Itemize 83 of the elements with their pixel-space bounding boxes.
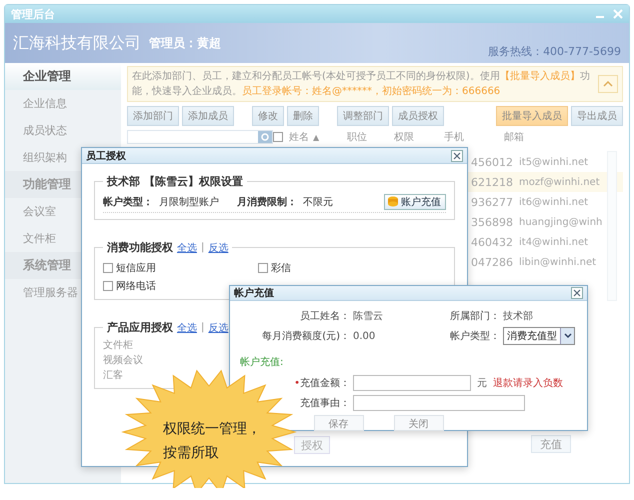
toolbar-button[interactable]: 导出成员 xyxy=(571,106,623,126)
account-type-select[interactable]: 消费充值型 xyxy=(503,327,575,345)
dialog-button[interactable]: 关闭 xyxy=(394,415,444,431)
amount-input[interactable] xyxy=(353,375,471,391)
select-link[interactable]: 全选 xyxy=(177,240,197,254)
dialog-title: 帐户充值 xyxy=(234,286,274,300)
phone-cell-text: 047286 xyxy=(471,256,514,268)
service-hotline: 服务热线：400-777-5699 xyxy=(488,44,621,59)
sidebar-item[interactable]: 成员状态 xyxy=(5,117,121,144)
toolbar-button[interactable]: 批量导入成员 xyxy=(496,106,568,126)
field-label: 月消费限制： xyxy=(237,196,297,208)
phone-cell-text: 621218 xyxy=(471,176,514,188)
authorize-button[interactable]: 授权 xyxy=(294,436,330,454)
email-cell-text: mozf@winhi.net xyxy=(518,176,601,188)
search-icon[interactable] xyxy=(258,131,272,143)
email-cell-text: libin@winhi.net xyxy=(518,256,598,268)
field-label: 每月消费额度(元)： xyxy=(261,330,350,343)
admin-name: 管理员：黄超 xyxy=(149,34,221,52)
toolbar-button[interactable]: 成员授权 xyxy=(392,106,444,126)
email-cell-text: it4@winhi.net xyxy=(518,236,590,248)
field-label: 帐户类型： xyxy=(449,330,500,343)
recharge-account-button[interactable]: 账户充值 xyxy=(384,194,446,210)
product-item: 汇客 xyxy=(103,368,123,382)
product-item: 文件柜 xyxy=(103,338,133,352)
phone-cell-text: 356898 xyxy=(471,216,514,228)
reason-input[interactable] xyxy=(353,395,525,411)
permission-checkbox[interactable]: 彩信 xyxy=(258,261,291,275)
field-value: 不限元 xyxy=(303,196,334,208)
field-label: 所属部门： xyxy=(449,310,500,323)
column-header[interactable]: 姓名 ▲ xyxy=(289,130,347,144)
recharge-button[interactable]: 充值 xyxy=(531,435,571,453)
collapse-button[interactable] xyxy=(598,75,618,93)
field-label: •充值金额： xyxy=(293,376,350,390)
email-cell-text: it5@winhi.net xyxy=(518,156,590,168)
chevron-up-icon xyxy=(603,81,613,87)
toolbar-button[interactable]: 添加部门 xyxy=(127,106,179,126)
group-title: 消费功能授权 xyxy=(107,240,173,255)
dialog-title: 员工授权 xyxy=(86,150,126,162)
toolbar-button[interactable]: 修改 xyxy=(252,106,284,126)
select-link[interactable]: 反选 xyxy=(208,240,228,254)
caret-icon xyxy=(564,333,572,339)
group-title: 产品应用授权 xyxy=(107,320,173,335)
company-name: 汇海科技有限公司 xyxy=(13,32,141,54)
field-value: 陈雪云 xyxy=(352,310,384,323)
product-item: 视频会议 xyxy=(103,354,143,367)
unit-label: 元 xyxy=(477,377,487,390)
refund-hint: 退款请录入负数 xyxy=(493,376,563,390)
close-button[interactable] xyxy=(571,287,583,299)
email-cell-text: it6@winhi.net xyxy=(518,196,590,208)
field-label: 充值事由： xyxy=(299,396,350,410)
column-header[interactable]: 手机 xyxy=(444,130,504,144)
close-button[interactable] xyxy=(451,150,463,162)
dialog-button[interactable]: 保存 xyxy=(314,415,364,431)
window-title: 管理后台 xyxy=(11,6,55,22)
coins-icon xyxy=(387,196,399,207)
badge-text: 权限统一管理， 按需所取 xyxy=(163,420,261,463)
toolbar-button[interactable]: 添加成员 xyxy=(182,106,234,126)
phone-cell-text: 460432 xyxy=(471,236,514,248)
section-label: 帐户充值: xyxy=(240,356,284,370)
link-separator: | xyxy=(201,242,204,253)
email-cell-text: huangjing@winh xyxy=(518,216,604,228)
field-value: 0.00 xyxy=(352,330,376,342)
link-separator: | xyxy=(201,322,204,333)
select-link[interactable]: 反选 xyxy=(208,320,228,334)
column-header[interactable]: 邮箱 xyxy=(504,130,623,144)
toolbar-button[interactable]: 调整部门 xyxy=(337,106,389,126)
select-link[interactable]: 全选 xyxy=(177,320,197,334)
search-field[interactable] xyxy=(127,130,273,144)
field-label: 帐户类型： xyxy=(103,195,153,208)
field-label: 员工姓名： xyxy=(299,310,350,323)
notice-text: 在此添加部门、员工，建立和分配员工帐号(本处可授予员工不同的身份权限)。使用【批量导入成员】功能，快速导入企业成员。员工登录帐号：姓名@******，初始密码统一为：666666 xyxy=(132,70,591,99)
close-icon[interactable] xyxy=(613,9,623,19)
field-value: 技术部 xyxy=(502,310,534,323)
permission-checkbox[interactable]: 网络电话 xyxy=(103,279,156,293)
select-all-checkbox[interactable] xyxy=(273,132,283,142)
phone-cell-text: 456012 xyxy=(471,156,514,168)
sidebar-item[interactable]: 企业信息 xyxy=(5,90,121,117)
column-header[interactable]: 权限 xyxy=(394,130,444,144)
sidebar-section[interactable]: 企业管理 xyxy=(5,63,121,90)
field-value: 月限制型账户 xyxy=(159,196,220,208)
column-header[interactable]: 职位 xyxy=(347,130,394,144)
phone-cell-text: 936277 xyxy=(471,196,514,208)
toolbar-button[interactable]: 删除 xyxy=(287,106,319,126)
